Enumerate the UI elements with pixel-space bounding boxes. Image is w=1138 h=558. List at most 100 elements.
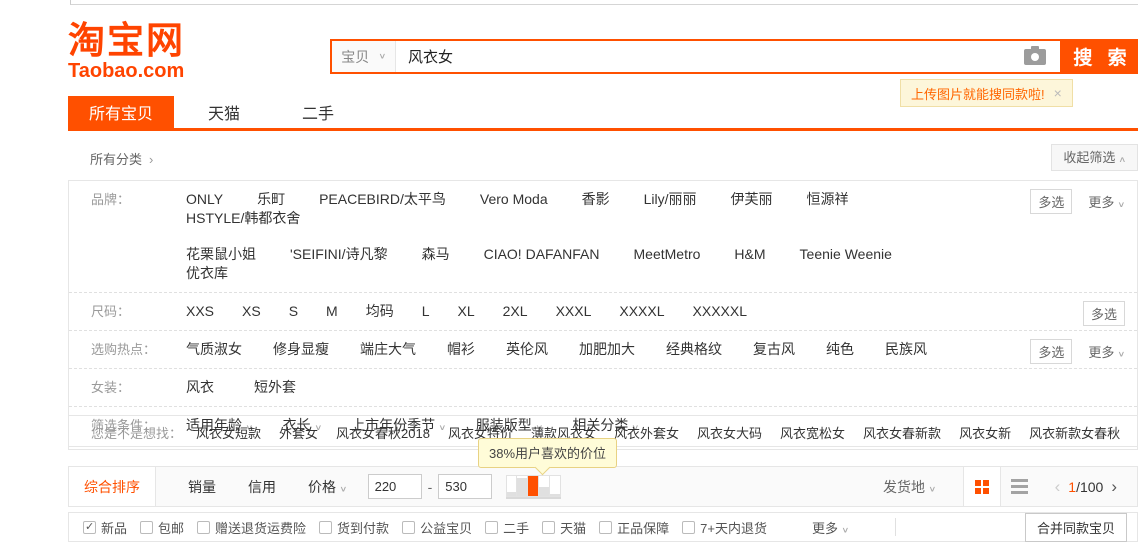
brand-option[interactable]: 森马 [422, 245, 450, 264]
checkbox-icon[interactable] [140, 521, 153, 534]
brand-option[interactable]: H&M [734, 245, 765, 264]
hotspot-option[interactable]: 气质淑女 [186, 340, 242, 359]
sort-tab-credit[interactable]: 信用 [248, 477, 276, 497]
hotspot-option[interactable]: 民族风 [885, 340, 927, 359]
sort-tab-comprehensive[interactable]: 综合排序 [69, 467, 156, 506]
checkbox-icon[interactable] [402, 521, 415, 534]
checkbox-icon[interactable] [542, 521, 555, 534]
hotspot-option[interactable]: 加肥加大 [579, 340, 635, 359]
hotspot-option[interactable]: 英伦风 [506, 340, 548, 359]
taobao-logo[interactable]: 淘宝网 Taobao.com [68, 22, 185, 82]
histogram-cell[interactable] [539, 475, 550, 497]
suggestion-link[interactable]: 风衣女短款 [196, 426, 261, 441]
suggestion-link[interactable]: 风衣外套女 [614, 426, 679, 441]
checkbox-item[interactable]: 新品 [83, 518, 127, 537]
brand-option[interactable]: Vero Moda [480, 190, 548, 209]
size-option[interactable]: S [289, 302, 298, 321]
brand-option[interactable]: 优衣库 [186, 264, 228, 283]
brand-option[interactable]: 香影 [582, 190, 610, 209]
size-option[interactable]: M [326, 302, 338, 321]
checkbox-checked-icon[interactable] [83, 521, 96, 534]
checkbox-icon[interactable] [319, 521, 332, 534]
suggestion-link[interactable]: 风衣女新 [959, 426, 1011, 441]
brand-option[interactable]: 花栗鼠小姐 [186, 245, 256, 264]
checkbox-item[interactable]: 正品保障 [599, 518, 669, 537]
checkbox-item[interactable]: 包邮 [140, 518, 184, 537]
hotspot-option[interactable]: 经典格纹 [666, 340, 722, 359]
collapse-filters-button[interactable]: 收起筛选∧ [1051, 144, 1138, 171]
tab-secondhand[interactable]: 二手 [274, 96, 362, 128]
women-category-option[interactable]: 风衣 [186, 378, 214, 397]
brand-option[interactable]: MeetMetro [634, 245, 701, 264]
hotspot-option[interactable]: 修身显瘦 [273, 340, 329, 359]
search-scope-dropdown[interactable]: 宝贝∨ [332, 41, 396, 72]
next-page-button[interactable]: › [1103, 477, 1125, 497]
tab-all-items[interactable]: 所有宝贝 [68, 96, 174, 128]
price-histogram[interactable] [506, 475, 561, 499]
brand-option[interactable]: HSTYLE/韩都衣舍 [186, 209, 300, 228]
multi-select-button[interactable]: 多选 [1030, 189, 1072, 214]
brand-option[interactable]: Lily/丽丽 [644, 190, 697, 209]
suggestion-link[interactable]: 风衣女春秋2018 [336, 426, 430, 441]
suggestion-link[interactable]: 风衣女春新款 [863, 426, 941, 441]
size-option[interactable]: 2XL [503, 302, 528, 321]
size-option[interactable]: XXXXXL [693, 302, 747, 321]
women-category-option[interactable]: 短外套 [254, 378, 296, 397]
suggestion-link[interactable]: 风衣宽松女 [780, 426, 845, 441]
more-filters-button[interactable]: 更多∨ [812, 518, 849, 537]
sort-tab-sales[interactable]: 销量 [188, 477, 216, 497]
checkbox-icon[interactable] [599, 521, 612, 534]
histogram-cell[interactable] [528, 475, 539, 497]
checkbox-item[interactable]: 天猫 [542, 518, 586, 537]
size-option[interactable]: XS [242, 302, 261, 321]
merge-same-items-button[interactable]: 合并同款宝贝 [1025, 513, 1127, 542]
checkbox-icon[interactable] [485, 521, 498, 534]
more-button[interactable]: 更多∨ [1088, 192, 1125, 211]
hotspot-option[interactable]: 纯色 [826, 340, 854, 359]
checkbox-icon[interactable] [682, 521, 695, 534]
checkbox-item[interactable]: 二手 [485, 518, 529, 537]
more-button[interactable]: 更多∨ [1088, 342, 1125, 361]
price-min-input[interactable] [368, 474, 422, 499]
size-option[interactable]: XXXL [556, 302, 592, 321]
brand-option[interactable]: ONLY [186, 190, 223, 209]
hotspot-option[interactable]: 端庄大气 [360, 340, 416, 359]
view-grid-button[interactable] [963, 467, 1001, 506]
suggestion-link[interactable]: 外套女 [279, 426, 318, 441]
prev-page-button[interactable]: ‹ [1047, 477, 1069, 497]
multi-select-button[interactable]: 多选 [1083, 301, 1125, 326]
histogram-cell[interactable] [517, 475, 528, 497]
size-option[interactable]: L [422, 302, 430, 321]
view-list-button[interactable] [1001, 467, 1039, 506]
hotspot-option[interactable]: 复古风 [753, 340, 795, 359]
hotspot-option[interactable]: 帽衫 [447, 340, 475, 359]
search-button[interactable]: 搜 索 [1062, 39, 1138, 74]
checkbox-icon[interactable] [197, 521, 210, 534]
checkbox-item[interactable]: 公益宝贝 [402, 518, 472, 537]
camera-icon[interactable] [1024, 49, 1046, 65]
size-option[interactable]: 均码 [366, 302, 394, 321]
histogram-cell[interactable] [550, 475, 561, 497]
checkbox-item[interactable]: 货到付款 [319, 518, 389, 537]
histogram-cell[interactable] [506, 475, 517, 497]
brand-option[interactable]: CIAO! DAFANFAN [484, 245, 600, 264]
ship-from-dropdown[interactable]: 发货地∨ [883, 477, 936, 497]
close-icon[interactable]: × [1054, 85, 1062, 101]
brand-option[interactable]: 'SEIFINI/诗凡黎 [290, 245, 388, 264]
tab-tmall[interactable]: 天猫 [180, 96, 268, 128]
suggestion-link[interactable]: 风衣新款女春秋 [1029, 426, 1120, 441]
price-max-input[interactable] [438, 474, 492, 499]
size-option[interactable]: XXS [186, 302, 214, 321]
suggestion-link[interactable]: 风衣女大码 [697, 426, 762, 441]
breadcrumb[interactable]: 所有分类› [90, 149, 153, 168]
brand-option[interactable]: 乐町 [257, 190, 285, 209]
size-option[interactable]: XL [458, 302, 475, 321]
brand-option[interactable]: PEACEBIRD/太平鸟 [319, 190, 446, 209]
brand-option[interactable]: 伊芙丽 [731, 190, 773, 209]
sort-tab-price[interactable]: 价格∨ [308, 477, 347, 497]
brand-option[interactable]: Teenie Weenie [800, 245, 892, 264]
checkbox-item[interactable]: 赠送退货运费险 [197, 518, 306, 537]
checkbox-item[interactable]: 7+天内退货 [682, 518, 767, 537]
size-option[interactable]: XXXXL [619, 302, 664, 321]
multi-select-button[interactable]: 多选 [1030, 339, 1072, 364]
